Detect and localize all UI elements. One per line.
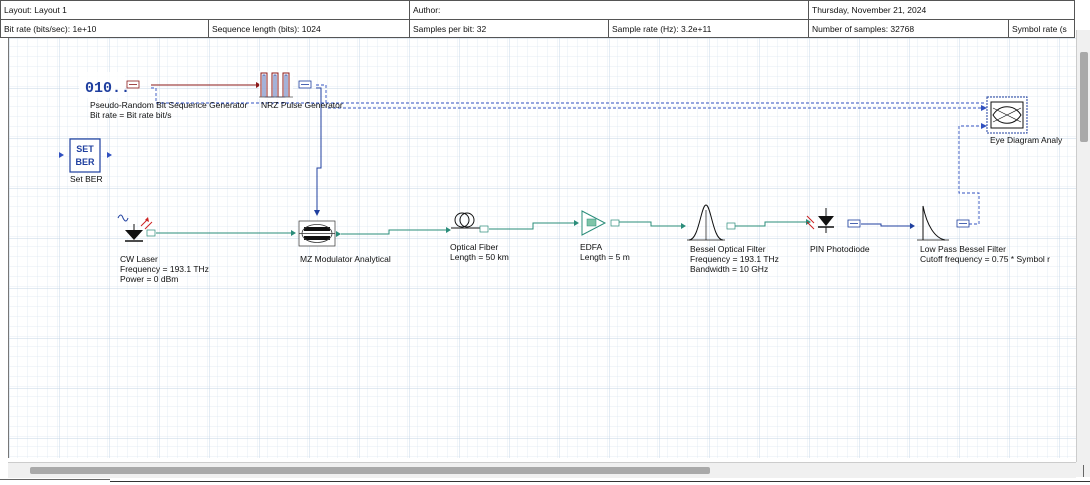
resize-grip[interactable] <box>1083 465 1084 477</box>
number-of-samples-field: Number of samples: 32768 <box>809 20 1009 38</box>
status-divider <box>110 481 1090 482</box>
status-divider-left <box>0 479 110 480</box>
set-ber-line2: BER <box>75 157 95 167</box>
prbs-label: Pseudo-Random Bit Sequence Generator <box>90 100 248 110</box>
layout-canvas[interactable]: 010.. SET BER Pseudo-Random Bit Sequence… <box>8 38 1077 458</box>
low-pass-filter-label: Low Pass Bessel Filter <box>920 244 1006 254</box>
set-ber-label: Set BER <box>70 174 103 184</box>
layout-header: Layout: Layout 1 Author: Thursday, Novem… <box>0 0 1075 38</box>
eye-diagram-label: Eye Diagram Analy <box>990 135 1063 145</box>
mz-modulator-icon[interactable] <box>298 220 341 247</box>
pin-photodiode-label: PIN Photodiode <box>810 244 870 254</box>
horizontal-scroll-thumb[interactable] <box>30 467 710 474</box>
cw-laser-frequency-param: Frequency = 193.1 THz <box>120 264 209 274</box>
samples-per-bit-field: Samples per bit: 32 <box>410 20 609 38</box>
layout-name: Layout: Layout 1 <box>1 1 410 19</box>
edfa-label: EDFA <box>580 242 603 252</box>
eye-diagram-analyzer-icon[interactable] <box>986 96 1028 134</box>
bessel-filter-bandwidth-param: Bandwidth = 10 GHz <box>690 264 769 274</box>
bessel-filter-frequency-param: Frequency = 193.1 THz <box>690 254 779 264</box>
edfa-length-param: Length = 5 m <box>580 252 630 262</box>
date-field: Thursday, November 21, 2024 <box>812 5 927 15</box>
sample-rate-field: Sample rate (Hz): 3.2e+11 <box>609 20 809 38</box>
optical-fiber-length-param: Length = 50 km <box>450 252 509 262</box>
horizontal-scrollbar[interactable] <box>8 462 1076 478</box>
vertical-scroll-thumb[interactable] <box>1080 52 1088 142</box>
vertical-scrollbar[interactable] <box>1076 30 1090 470</box>
mz-modulator-label: MZ Modulator Analytical <box>300 254 391 264</box>
author-field: Author: <box>410 1 809 19</box>
prbs-bit-rate-param: Bit rate = Bit rate bit/s <box>90 110 172 120</box>
header-row-2: Bit rate (bits/sec): 1e+10 Sequence leng… <box>1 19 1074 38</box>
bit-rate-field: Bit rate (bits/sec): 1e+10 <box>1 20 209 38</box>
optical-fiber-label: Optical Fiber <box>450 242 499 252</box>
cw-laser-power-param: Power = 0 dBm <box>120 274 179 284</box>
prbs-glyph: 010.. <box>85 80 130 97</box>
sequence-length-field: Sequence length (bits): 1024 <box>209 20 410 38</box>
symbol-rate-field: Symbol rate (s <box>1012 24 1067 34</box>
low-pass-filter-cutoff-param: Cutoff frequency = 0.75 * Symbol r <box>920 254 1051 264</box>
nrz-label: NRZ Pulse Generator <box>261 100 343 110</box>
set-ber-line1: SET <box>76 144 94 154</box>
bessel-filter-label: Bessel Optical Filter <box>690 244 766 254</box>
cw-laser-label: CW Laser <box>120 254 158 264</box>
header-row-1: Layout: Layout 1 Author: Thursday, Novem… <box>1 1 1074 19</box>
